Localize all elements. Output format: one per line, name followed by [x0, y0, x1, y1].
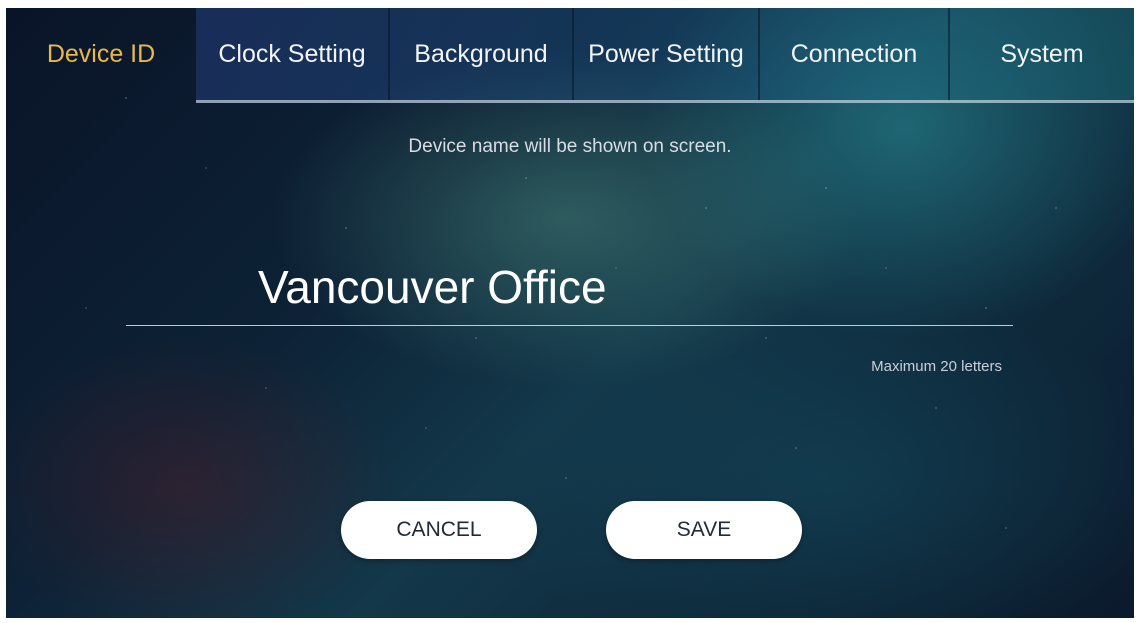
tab-bar-underline	[196, 100, 1134, 103]
device-name-input[interactable]	[126, 248, 1013, 326]
settings-tab-bar: Device ID Clock Setting Background Power…	[6, 8, 1134, 104]
tab-device-id[interactable]: Device ID	[6, 8, 196, 100]
save-button[interactable]: SAVE	[606, 501, 802, 559]
tab-power-setting[interactable]: Power Setting	[574, 8, 758, 100]
device-settings-screen: Device ID Clock Setting Background Power…	[6, 8, 1134, 618]
max-length-hint: Maximum 20 letters	[871, 358, 1002, 375]
device-name-hint: Device name will be shown on screen.	[408, 136, 732, 157]
tab-background[interactable]: Background	[390, 8, 572, 100]
cancel-button[interactable]: CANCEL	[341, 501, 537, 559]
tab-clock-setting[interactable]: Clock Setting	[196, 8, 388, 100]
tab-connection[interactable]: Connection	[760, 8, 948, 100]
tab-system[interactable]: System	[950, 8, 1134, 100]
